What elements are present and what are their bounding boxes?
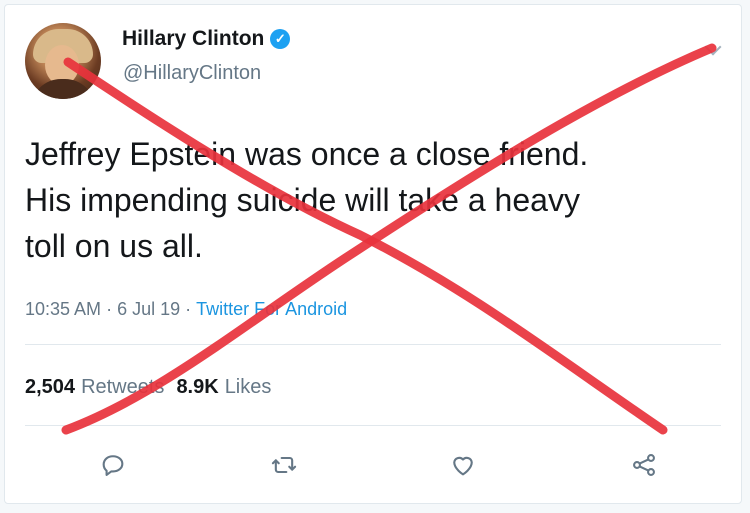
tweet-card[interactable]: Hillary Clinton ✓ @HillaryClinton Jeffre… — [4, 4, 742, 504]
share-button[interactable] — [624, 445, 664, 485]
retweet-icon — [271, 456, 297, 474]
tweet-actions — [5, 445, 741, 489]
author-name-row: Hillary Clinton ✓ — [122, 27, 291, 51]
likes-stat[interactable]: 8.9K Likes — [176, 376, 271, 399]
meta-separator: · — [185, 299, 192, 319]
author-avatar[interactable] — [25, 23, 101, 99]
retweet-button[interactable] — [264, 445, 304, 485]
retweets-label: Retweets — [81, 376, 165, 398]
share-icon — [633, 454, 655, 476]
chevron-down-icon[interactable] — [704, 38, 722, 56]
tweet-stats: 2,504 Retweets 8.9K Likes — [25, 376, 283, 399]
divider — [25, 425, 721, 426]
verified-badge-icon: ✓ — [270, 29, 291, 49]
reply-icon — [102, 455, 124, 476]
tweet-metadata: 10:35 AM · 6 Jul 19 · Twitter For Androi… — [25, 299, 347, 320]
retweets-count: 2,504 — [25, 376, 76, 398]
reply-button[interactable] — [93, 445, 133, 485]
likes-label: Likes — [224, 376, 272, 398]
tweet-time[interactable]: 10:35 AM — [25, 299, 101, 320]
tweet-date[interactable]: 6 Jul 19 — [117, 299, 180, 320]
retweets-stat[interactable]: 2,504 Retweets — [25, 376, 164, 399]
author-name[interactable]: Hillary Clinton — [122, 27, 264, 51]
heart-icon — [453, 456, 473, 476]
like-button[interactable] — [443, 445, 483, 485]
tweet-text: Jeffrey Epstein was once a close friend.… — [25, 136, 589, 264]
author-handle[interactable]: @HillaryClinton — [123, 62, 261, 85]
tweet-source-link[interactable]: Twitter For Android — [196, 299, 347, 320]
meta-separator: · — [106, 299, 113, 319]
avatar-body — [31, 79, 95, 99]
likes-count: 8.9K — [176, 376, 219, 398]
divider — [25, 344, 721, 345]
